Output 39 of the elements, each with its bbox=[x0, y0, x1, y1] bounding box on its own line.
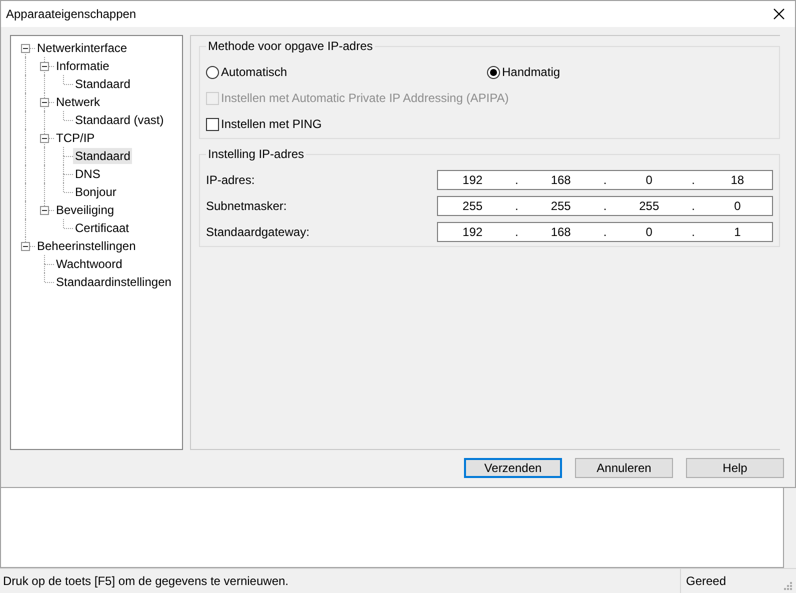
status-state: Gereed bbox=[680, 569, 782, 593]
field-label: IP-adres: bbox=[206, 173, 255, 187]
tree-item[interactable]: Informatie bbox=[54, 58, 112, 74]
collapse-toggle-icon[interactable] bbox=[21, 44, 30, 53]
dialog-button[interactable]: Annuleren bbox=[575, 458, 673, 478]
collapse-toggle-icon[interactable] bbox=[40, 206, 49, 215]
field-label: Subnetmasker: bbox=[206, 199, 287, 213]
tree-item[interactable]: Wachtwoord bbox=[54, 256, 124, 272]
collapse-toggle-icon[interactable] bbox=[40, 62, 49, 71]
tree-item[interactable]: Certificaat bbox=[73, 220, 132, 236]
collapse-toggle-icon[interactable] bbox=[21, 242, 30, 251]
tree-item[interactable]: Netwerk bbox=[54, 94, 102, 110]
tree-item[interactable]: Beheerinstellingen bbox=[35, 238, 138, 254]
tree-item[interactable]: TCP/IP bbox=[54, 130, 97, 146]
status-message: Druk op de toets [F5] om de gegevens te vernieuwen. bbox=[3, 574, 290, 588]
resize-grip-icon[interactable] bbox=[782, 580, 792, 590]
ip-address-field[interactable]: 255 . 255 . 255 . 0 bbox=[437, 196, 773, 216]
dialog-button[interactable]: Help bbox=[686, 458, 784, 478]
tree-item[interactable]: Beveiliging bbox=[54, 202, 116, 218]
window-title: Apparaateigenschappen bbox=[6, 7, 136, 21]
dialog-button[interactable]: Verzenden bbox=[464, 458, 562, 478]
tree-item[interactable]: Standaardinstellingen bbox=[54, 274, 174, 290]
radio-option[interactable]: Automatisch bbox=[206, 65, 487, 79]
collapse-toggle-icon[interactable] bbox=[40, 98, 49, 107]
collapse-toggle-icon[interactable] bbox=[40, 134, 49, 143]
tree-item[interactable]: Netwerkinterface bbox=[35, 40, 130, 56]
ip-address-field[interactable]: 192 . 168 . 0 . 1 bbox=[437, 222, 773, 242]
group-title: Instelling IP-adres bbox=[207, 147, 306, 161]
tree-item[interactable]: Standaard bbox=[73, 148, 132, 164]
radio-option[interactable]: Handmatig bbox=[487, 65, 768, 79]
ip-address-field[interactable]: 192 . 168 . 0 . 18 bbox=[437, 170, 773, 190]
tree-item[interactable]: Standaard bbox=[73, 76, 132, 92]
field-label: Standaardgateway: bbox=[206, 225, 310, 239]
checkbox-option[interactable]: Instellen met PING bbox=[206, 111, 773, 137]
tree-item[interactable]: DNS bbox=[73, 166, 102, 182]
group-title: Methode voor opgave IP-adres bbox=[207, 39, 374, 53]
close-icon[interactable] bbox=[773, 8, 785, 20]
tree-item[interactable]: Bonjour bbox=[73, 184, 118, 200]
tree-item[interactable]: Standaard (vast) bbox=[73, 112, 166, 128]
